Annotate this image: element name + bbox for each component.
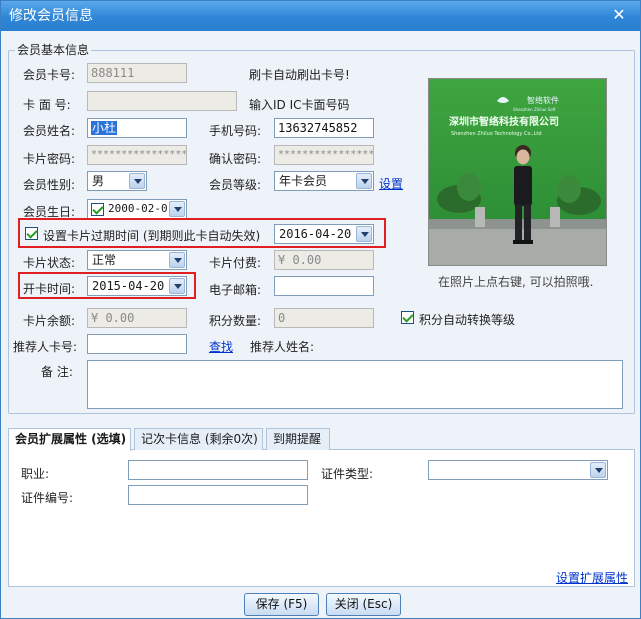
expire-checkbox[interactable] bbox=[25, 227, 38, 240]
card-no-hint: 刷卡自动刷出卡号! bbox=[249, 68, 350, 82]
id-type-select[interactable] bbox=[428, 460, 608, 480]
phone-label: 手机号码: bbox=[209, 124, 262, 138]
level-select[interactable]: 年卡会员 bbox=[274, 171, 374, 191]
birthday-checkbox[interactable] bbox=[91, 203, 104, 216]
auto-level-label: 积分自动转换等级 bbox=[419, 313, 516, 327]
tab-expiry-reminder[interactable]: 到期提醒 bbox=[266, 428, 330, 450]
expire-label: 设置卡片过期时间 (到期则此卡自动失效) bbox=[43, 229, 261, 243]
card-face-label: 卡 面 号: bbox=[23, 98, 71, 112]
chevron-down-icon[interactable] bbox=[129, 173, 145, 189]
gender-label: 会员性别: bbox=[23, 178, 76, 192]
title-bar: 修改会员信息 ✕ bbox=[1, 1, 640, 31]
id-type-label: 证件类型: bbox=[321, 467, 374, 481]
email-label: 电子邮箱: bbox=[209, 283, 262, 297]
photo-company-cn: 深圳市智络科技有限公司 bbox=[449, 115, 559, 128]
referrer-name-label: 推荐人姓名: bbox=[250, 340, 315, 354]
status-label: 卡片状态: bbox=[23, 256, 76, 270]
card-face-input[interactable] bbox=[87, 91, 237, 111]
birthday-picker[interactable]: 2000-02-01 bbox=[87, 199, 187, 219]
photo-company-en: Shenzhen Zhiluo Technology Co.,Ltd bbox=[451, 131, 542, 137]
expire-value: 2016-04-20 bbox=[279, 227, 352, 241]
confirm-password-label: 确认密码: bbox=[209, 152, 262, 166]
open-date-label: 开卡时间: bbox=[23, 282, 76, 296]
window-title: 修改会员信息 bbox=[9, 8, 93, 24]
name-value: 小杜 bbox=[91, 121, 118, 135]
card-face-hint: 输入ID IC卡面号码 bbox=[249, 98, 350, 112]
card-no-label: 会员卡号: bbox=[23, 68, 76, 82]
id-no-input[interactable] bbox=[128, 485, 308, 505]
close-icon[interactable]: ✕ bbox=[608, 5, 630, 25]
fee-input[interactable]: ¥ 0.00 bbox=[274, 250, 374, 270]
id-no-label: 证件编号: bbox=[21, 491, 74, 505]
extended-settings-link[interactable]: 设置扩展属性 bbox=[556, 569, 628, 586]
status-select[interactable]: 正常 bbox=[87, 250, 187, 270]
status-value: 正常 bbox=[92, 253, 117, 267]
chevron-down-icon[interactable] bbox=[169, 278, 185, 294]
confirm-password-input[interactable]: ***************** bbox=[274, 145, 374, 165]
save-button[interactable]: 保存 (F5) bbox=[244, 593, 319, 616]
auto-level-checkbox[interactable] bbox=[401, 311, 414, 324]
tab-count-card-info[interactable]: 记次卡信息 (剩余0次) bbox=[134, 428, 263, 450]
referrer-no-label: 推荐人卡号: bbox=[13, 340, 78, 354]
level-settings-link[interactable]: 设置 bbox=[379, 175, 403, 192]
photo-hint: 在照片上点右键, 可以拍照哦. bbox=[438, 275, 594, 289]
expire-date-picker[interactable]: 2016-04-20 bbox=[274, 224, 374, 244]
find-referrer-link[interactable]: 查找 bbox=[209, 338, 233, 355]
photo-logo-text: 智络软件 bbox=[527, 95, 559, 105]
edit-member-window: 修改会员信息 ✕ 会员基本信息 会员卡号: 888111 刷卡自动刷出卡号! 卡… bbox=[0, 0, 641, 619]
remark-label: 备 注: bbox=[41, 365, 73, 379]
photo-logo-sub: Shenzhen Zhiluo Soft bbox=[513, 107, 556, 112]
card-no-input[interactable]: 888111 bbox=[87, 63, 187, 83]
close-button[interactable]: 关闭 (Esc) bbox=[326, 593, 401, 616]
chevron-down-icon[interactable] bbox=[356, 226, 372, 242]
phone-input[interactable]: 13632745852 bbox=[274, 118, 374, 138]
gender-select[interactable]: 男 bbox=[87, 171, 147, 191]
points-input[interactable]: 0 bbox=[274, 308, 374, 328]
level-label: 会员等级: bbox=[209, 178, 262, 192]
chevron-down-icon[interactable] bbox=[169, 201, 185, 217]
basic-info-legend: 会员基本信息 bbox=[15, 41, 92, 58]
job-input[interactable] bbox=[128, 460, 308, 480]
name-input[interactable]: 小杜 bbox=[87, 118, 187, 138]
open-date-picker[interactable]: 2015-04-20 bbox=[87, 276, 187, 296]
birthday-value: 2000-02-01 bbox=[108, 202, 175, 215]
name-label: 会员姓名: bbox=[23, 124, 76, 138]
email-input[interactable] bbox=[274, 276, 374, 296]
chevron-down-icon[interactable] bbox=[356, 173, 372, 189]
chevron-down-icon[interactable] bbox=[169, 252, 185, 268]
password-input[interactable]: ***************** bbox=[87, 145, 187, 165]
password-label: 卡片密码: bbox=[23, 152, 76, 166]
fee-label: 卡片付费: bbox=[209, 256, 262, 270]
member-photo[interactable]: 智络软件 Shenzhen Zhiluo Soft 深圳市智络科技有限公司 Sh… bbox=[428, 78, 607, 266]
tab-extended-attributes[interactable]: 会员扩展属性 (选填) bbox=[8, 428, 131, 451]
points-label: 积分数量: bbox=[209, 314, 262, 328]
remark-textarea[interactable] bbox=[87, 360, 623, 409]
balance-label: 卡片余额: bbox=[23, 314, 76, 328]
level-value: 年卡会员 bbox=[279, 174, 328, 188]
balance-input[interactable]: ¥ 0.00 bbox=[87, 308, 187, 328]
gender-value: 男 bbox=[92, 174, 105, 188]
job-label: 职业: bbox=[21, 467, 50, 481]
chevron-down-icon[interactable] bbox=[590, 462, 606, 478]
referrer-no-input[interactable] bbox=[87, 334, 187, 354]
open-date-value: 2015-04-20 bbox=[92, 279, 165, 293]
photo-image: 智络软件 Shenzhen Zhiluo Soft 深圳市智络科技有限公司 Sh… bbox=[429, 79, 606, 265]
